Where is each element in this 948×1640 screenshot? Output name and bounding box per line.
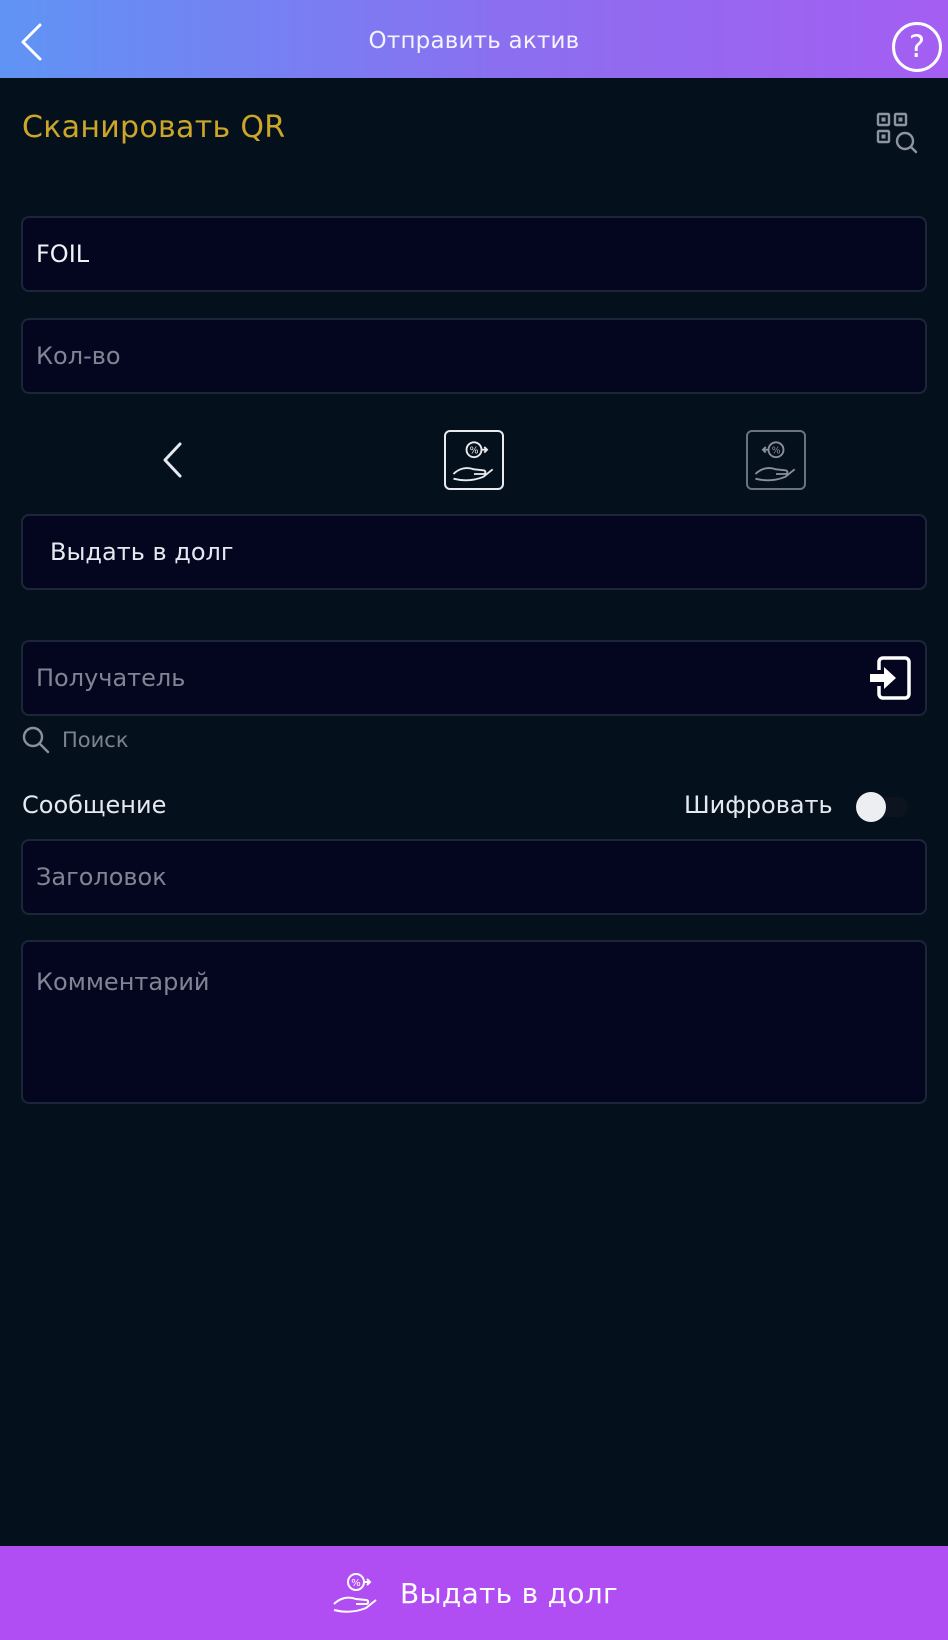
subject-input[interactable]: Заголовок: [21, 839, 927, 915]
svg-text:%: %: [351, 1578, 361, 1589]
lend-submit-button[interactable]: % Выдать в долг: [0, 1546, 948, 1640]
asset-field[interactable]: FOIL: [21, 216, 927, 292]
operation-type-label: Выдать в долг: [50, 538, 234, 566]
comment-textarea[interactable]: Комментарий: [21, 940, 927, 1104]
magnifier-icon: [22, 726, 50, 754]
recipient-input[interactable]: Получатель: [21, 640, 927, 716]
qr-search-icon[interactable]: [876, 112, 918, 154]
mode-prev-button[interactable]: [155, 438, 191, 482]
svg-text:%: %: [470, 445, 479, 456]
hand-coin-out-icon: %: [333, 1573, 377, 1613]
comment-placeholder: Комментарий: [36, 968, 210, 996]
encrypt-toggle[interactable]: [856, 792, 910, 822]
import-file-icon[interactable]: [867, 654, 913, 702]
encrypt-label: Шифровать: [684, 791, 833, 819]
mode-selector: % %: [0, 428, 948, 494]
header-bar: Отправить актив ?: [0, 0, 948, 78]
asset-value: FOIL: [36, 240, 90, 268]
search-label: Поиск: [62, 728, 129, 752]
lend-submit-label: Выдать в долг: [400, 1576, 618, 1610]
subject-placeholder: Заголовок: [36, 863, 167, 891]
toggle-knob: [856, 792, 886, 822]
amount-input[interactable]: Кол-во: [21, 318, 927, 394]
svg-text:%: %: [772, 445, 781, 456]
help-button[interactable]: ?: [892, 22, 942, 72]
lend-mode-icon[interactable]: %: [444, 430, 504, 490]
question-circle-icon: ?: [908, 28, 926, 65]
amount-placeholder: Кол-во: [36, 342, 121, 370]
borrow-mode-icon[interactable]: %: [746, 430, 806, 490]
page-title: Отправить актив: [368, 28, 580, 54]
scan-qr-link[interactable]: Сканировать QR: [22, 110, 285, 145]
app-screen: Отправить актив ? Сканировать QR FOIL Ко…: [0, 0, 948, 1640]
message-label: Сообщение: [22, 791, 167, 819]
search-link[interactable]: Поиск: [22, 726, 129, 754]
recipient-placeholder: Получатель: [36, 664, 186, 692]
operation-type-field[interactable]: Выдать в долг: [21, 514, 927, 590]
